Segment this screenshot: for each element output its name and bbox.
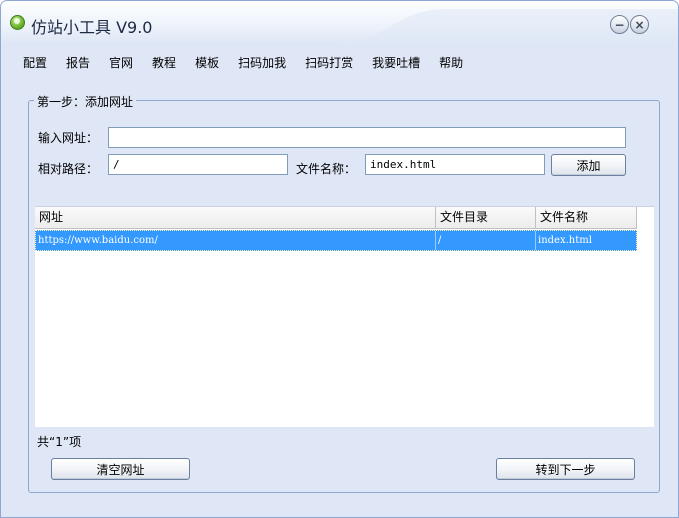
table-row[interactable]: https://www.baidu.com/ / index.html [35, 230, 637, 251]
filename-label: 文件名称： [296, 162, 357, 176]
relative-path-label: 相对路径： [38, 162, 99, 176]
row-url-cell: https://www.baidu.com/ [36, 231, 436, 250]
filename-input[interactable] [365, 154, 545, 175]
url-input[interactable] [108, 127, 626, 148]
next-step-button[interactable]: 转到下一步 [496, 458, 635, 480]
column-directory[interactable]: 文件目录 [436, 207, 536, 229]
menu-tutorial[interactable]: 教程 [152, 54, 176, 71]
add-button[interactable]: 添加 [551, 154, 626, 176]
url-list[interactable]: 网址 文件目录 文件名称 https://www.baidu.com/ / in… [35, 206, 654, 427]
title-bar: 仿站小工具 V9.0 − × [1, 1, 678, 45]
item-count: 共“1”项 [37, 435, 82, 449]
menu-feedback[interactable]: 我要吐槽 [372, 54, 420, 71]
column-filename[interactable]: 文件名称 [536, 207, 637, 229]
menu-bar: 配置 报告 官网 教程 模板 扫码加我 扫码打赏 我要吐槽 帮助 [23, 54, 482, 70]
app-window: 仿站小工具 V9.0 − × 配置 报告 官网 教程 模板 扫码加我 扫码打赏 我要吐槽 帮助 … [0, 0, 679, 518]
app-logo-icon [10, 15, 25, 30]
step1-legend: 第一步：添加网址 [34, 93, 137, 110]
relative-path-input[interactable] [108, 154, 288, 175]
row-filename-cell: index.html [538, 235, 592, 246]
menu-scan-add-me[interactable]: 扫码加我 [238, 54, 286, 71]
menu-report[interactable]: 报告 [66, 54, 90, 71]
clear-urls-button[interactable]: 清空网址 [51, 458, 190, 480]
menu-config[interactable]: 配置 [23, 54, 47, 71]
menu-scan-tip[interactable]: 扫码打赏 [305, 54, 353, 71]
window-title: 仿站小工具 V9.0 [31, 18, 153, 37]
menu-template[interactable]: 模板 [195, 54, 219, 71]
list-header: 网址 文件目录 文件名称 [35, 207, 637, 229]
close-button[interactable]: × [630, 15, 649, 34]
menu-help[interactable]: 帮助 [439, 54, 463, 71]
row-directory-cell: / [436, 231, 536, 250]
url-label: 输入网址： [38, 131, 99, 145]
column-url[interactable]: 网址 [35, 207, 436, 229]
menu-website[interactable]: 官网 [109, 54, 133, 71]
minimize-button[interactable]: − [610, 15, 629, 34]
